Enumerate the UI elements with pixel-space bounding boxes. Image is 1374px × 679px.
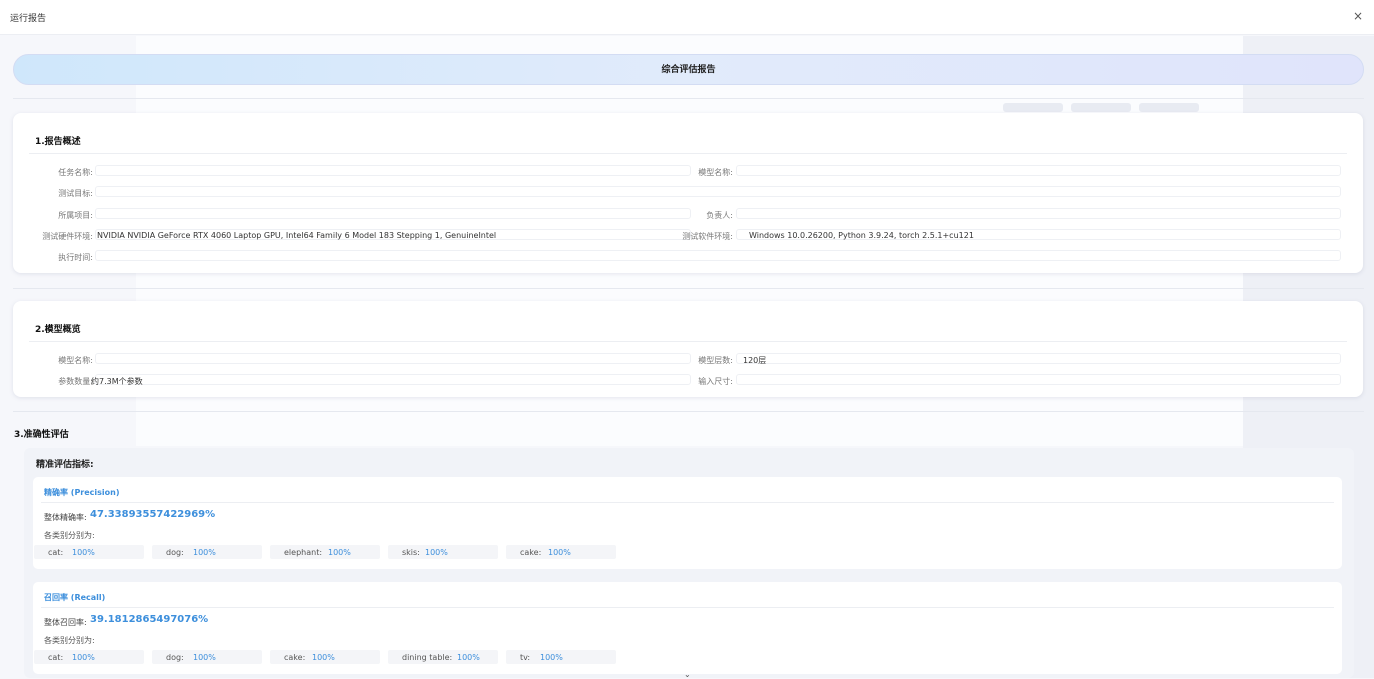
class-chip: cat: 100% bbox=[34, 545, 144, 559]
owner-field bbox=[736, 208, 1341, 219]
class-chip: tv: 100% bbox=[506, 650, 616, 664]
model-layers-value: 120层 bbox=[743, 356, 767, 365]
metric-divider bbox=[41, 607, 1334, 608]
class-chip: skis: 100% bbox=[388, 545, 498, 559]
params-label: 参数数量: bbox=[58, 377, 93, 386]
report-header: 综合评估报告 bbox=[13, 54, 1364, 85]
class-name: dog: bbox=[166, 548, 184, 557]
report-overview-card: 1.报告概述 任务名称: 模型名称: 测试目标: 所属项目: 负责人: 测试硬件… bbox=[13, 113, 1363, 273]
model-name-field bbox=[736, 165, 1341, 176]
precision-title: 精确率 (Precision) bbox=[44, 488, 120, 497]
exec-time-field bbox=[95, 250, 1341, 261]
section-divider bbox=[29, 341, 1347, 342]
software-label: 测试软件环境: bbox=[682, 232, 733, 241]
divider bbox=[13, 288, 1364, 289]
divider bbox=[13, 411, 1364, 412]
class-value: 100% bbox=[193, 653, 216, 662]
close-icon[interactable]: × bbox=[1350, 8, 1366, 24]
class-chip: cat: 100% bbox=[34, 650, 144, 664]
per-class-label: 各类别分别为: bbox=[44, 636, 95, 645]
model-name-label: 模型名称: bbox=[58, 356, 93, 365]
project-field bbox=[95, 208, 691, 219]
project-label: 所属项目: bbox=[58, 211, 93, 220]
input-size-field bbox=[736, 374, 1341, 385]
class-chip: cake: 100% bbox=[270, 650, 380, 664]
class-name: cat: bbox=[48, 653, 64, 662]
class-value: 100% bbox=[540, 653, 563, 662]
model-layers-label: 模型层数: bbox=[698, 356, 733, 365]
overall-recall-label: 整体召回率: bbox=[44, 618, 87, 627]
params-value: 约7.3M个参数 bbox=[91, 377, 143, 386]
ghost-bar bbox=[1003, 103, 1063, 112]
model-name-field bbox=[95, 353, 691, 364]
params-field bbox=[95, 374, 691, 385]
model-layers-field bbox=[736, 353, 1341, 364]
class-value: 100% bbox=[328, 548, 351, 557]
class-name: cake: bbox=[520, 548, 542, 557]
class-value: 100% bbox=[72, 653, 95, 662]
class-chip: dog: 100% bbox=[152, 545, 262, 559]
overall-precision-value: 47.33893557422969% bbox=[90, 509, 216, 520]
class-value: 100% bbox=[72, 548, 95, 557]
metrics-panel: 精准评估指标: 精确率 (Precision) 整体精确率: 47.338935… bbox=[24, 448, 1354, 678]
class-value: 100% bbox=[312, 653, 335, 662]
class-chip: cake: 100% bbox=[506, 545, 616, 559]
class-name: tv: bbox=[520, 653, 531, 662]
software-value: Windows 10.0.26200, Python 3.9.24, torch… bbox=[749, 231, 974, 240]
class-chip: elephant: 100% bbox=[270, 545, 380, 559]
per-class-label: 各类别分别为: bbox=[44, 531, 95, 540]
class-name: dining table: bbox=[402, 653, 453, 662]
class-name: cake: bbox=[284, 653, 306, 662]
class-value: 100% bbox=[457, 653, 480, 662]
ghost-bar bbox=[1139, 103, 1199, 112]
class-value: 100% bbox=[193, 548, 216, 557]
section-title-accuracy: 3.准确性评估 bbox=[14, 430, 69, 440]
class-name: dog: bbox=[166, 653, 184, 662]
test-target-field bbox=[95, 186, 1341, 197]
class-value: 100% bbox=[425, 548, 448, 557]
section-title-model: 2.模型概览 bbox=[35, 325, 81, 335]
class-chip: dog: 100% bbox=[152, 650, 262, 664]
overall-recall-value: 39.1812865497076% bbox=[90, 614, 209, 625]
class-name: cat: bbox=[48, 548, 64, 557]
class-value: 100% bbox=[548, 548, 571, 557]
metrics-subtitle: 精准评估指标: bbox=[36, 460, 94, 470]
section-title-overview: 1.报告概述 bbox=[35, 137, 81, 147]
precision-card: 精确率 (Precision) 整体精确率: 47.33893557422969… bbox=[33, 477, 1342, 569]
class-name: skis: bbox=[402, 548, 420, 557]
overall-precision-label: 整体精确率: bbox=[44, 513, 87, 522]
test-target-label: 测试目标: bbox=[58, 189, 93, 198]
exec-time-label: 执行时间: bbox=[58, 253, 93, 262]
hardware-value: NVIDIA NVIDIA GeForce RTX 4060 Laptop GP… bbox=[97, 231, 497, 240]
recall-card: 召回率 (Recall) 整体召回率: 39.1812865497076% 各类… bbox=[33, 582, 1342, 674]
owner-label: 负责人: bbox=[706, 211, 733, 220]
model-name-label: 模型名称: bbox=[698, 168, 733, 177]
ghost-bar bbox=[1071, 103, 1131, 112]
class-chip: dining table: 100% bbox=[388, 650, 498, 664]
metric-divider bbox=[41, 502, 1334, 503]
title-bar: 运行报告 × bbox=[0, 0, 1374, 35]
section-divider bbox=[29, 153, 1347, 154]
model-overview-card: 2.模型概览 模型名称: 模型层数: 120层 参数数量: 约7.3M个参数 输… bbox=[13, 301, 1363, 397]
input-size-label: 输入尺寸: bbox=[698, 377, 733, 386]
hardware-label: 测试硬件环境: bbox=[42, 232, 93, 241]
task-name-field bbox=[95, 165, 691, 176]
window-title: 运行报告 bbox=[10, 14, 47, 24]
task-name-label: 任务名称: bbox=[58, 168, 93, 177]
recall-title: 召回率 (Recall) bbox=[44, 593, 106, 602]
divider bbox=[13, 98, 1364, 99]
class-name: elephant: bbox=[284, 548, 323, 557]
